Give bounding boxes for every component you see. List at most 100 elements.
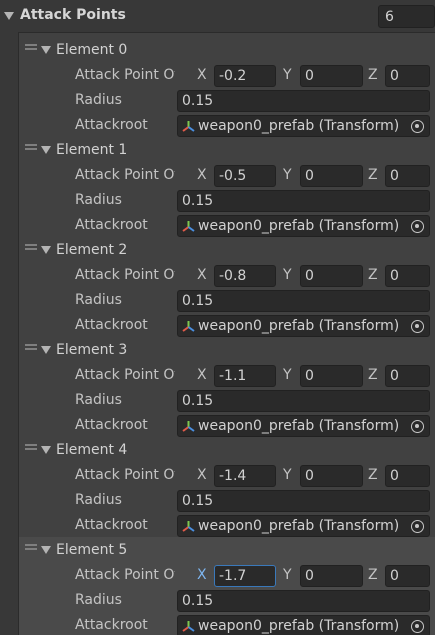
radius-field[interactable] bbox=[177, 190, 430, 212]
element-title[interactable]: Element 5 bbox=[56, 542, 127, 558]
attack-point-offset-label: Attack Point Offset bbox=[75, 267, 175, 283]
z-axis-label[interactable]: Z bbox=[368, 167, 378, 183]
drag-handle-icon[interactable] bbox=[25, 244, 37, 250]
attackroot-label: Attackroot bbox=[75, 217, 148, 233]
element-title[interactable]: Element 3 bbox=[56, 342, 127, 358]
inspector-panel: Attack Points Element 0 Attack Point Off… bbox=[0, 0, 435, 635]
offset-y-field[interactable] bbox=[300, 65, 363, 87]
offset-y-field[interactable] bbox=[300, 365, 363, 387]
drag-handle-icon[interactable] bbox=[25, 44, 37, 50]
x-axis-label[interactable]: X bbox=[197, 267, 207, 283]
z-axis-label[interactable]: Z bbox=[368, 267, 378, 283]
radius-label: Radius bbox=[75, 192, 122, 208]
offset-x-field[interactable] bbox=[214, 265, 276, 287]
transform-icon bbox=[182, 321, 195, 332]
radius-field[interactable] bbox=[177, 290, 430, 312]
offset-z-field[interactable] bbox=[385, 165, 430, 187]
offset-x-field[interactable] bbox=[214, 565, 276, 587]
radius-field[interactable] bbox=[177, 590, 430, 612]
attackroot-object-field[interactable]: weapon0_prefab (Transform) bbox=[177, 515, 430, 537]
attackroot-value: weapon0_prefab (Transform) bbox=[198, 318, 400, 334]
foldout-triangle-icon[interactable] bbox=[41, 446, 51, 454]
attackroot-label: Attackroot bbox=[75, 517, 148, 533]
object-picker-icon[interactable] bbox=[411, 120, 424, 133]
attack-points-header[interactable]: Attack Points bbox=[0, 0, 435, 32]
z-axis-label[interactable]: Z bbox=[368, 467, 378, 483]
attackroot-label: Attackroot bbox=[75, 317, 148, 333]
drag-handle-icon[interactable] bbox=[25, 144, 37, 150]
offset-x-field[interactable] bbox=[214, 365, 276, 387]
array-element-2: Element 2 Attack Point Offset X Y Z Radi… bbox=[19, 237, 435, 337]
element-title[interactable]: Element 1 bbox=[56, 142, 127, 158]
attackroot-object-field[interactable]: weapon0_prefab (Transform) bbox=[177, 315, 430, 337]
offset-z-field[interactable] bbox=[385, 265, 430, 287]
attackroot-value: weapon0_prefab (Transform) bbox=[198, 418, 400, 434]
foldout-triangle-icon[interactable] bbox=[41, 46, 51, 54]
x-axis-label[interactable]: X bbox=[197, 467, 207, 483]
drag-handle-icon[interactable] bbox=[25, 544, 37, 550]
array-element-1: Element 1 Attack Point Offset X Y Z Radi… bbox=[19, 137, 435, 237]
object-picker-icon[interactable] bbox=[411, 520, 424, 533]
radius-label: Radius bbox=[75, 392, 122, 408]
attackroot-object-field[interactable]: weapon0_prefab (Transform) bbox=[177, 215, 430, 237]
element-title[interactable]: Element 2 bbox=[56, 242, 127, 258]
y-axis-label[interactable]: Y bbox=[283, 567, 292, 583]
foldout-triangle-icon[interactable] bbox=[41, 146, 51, 154]
array-size-field[interactable] bbox=[378, 5, 435, 28]
foldout-triangle-icon[interactable] bbox=[41, 546, 51, 554]
y-axis-label[interactable]: Y bbox=[283, 67, 292, 83]
object-picker-icon[interactable] bbox=[411, 420, 424, 433]
radius-label: Radius bbox=[75, 92, 122, 108]
attackroot-object-field[interactable]: weapon0_prefab (Transform) bbox=[177, 415, 430, 437]
x-axis-label[interactable]: X bbox=[197, 367, 207, 383]
radius-field[interactable] bbox=[177, 90, 430, 112]
y-axis-label[interactable]: Y bbox=[283, 267, 292, 283]
attack-point-offset-label: Attack Point Offset bbox=[75, 67, 175, 83]
attackroot-value: weapon0_prefab (Transform) bbox=[198, 618, 400, 634]
offset-x-field[interactable] bbox=[214, 165, 276, 187]
offset-y-field[interactable] bbox=[300, 565, 363, 587]
offset-z-field[interactable] bbox=[385, 365, 430, 387]
transform-icon bbox=[182, 621, 195, 632]
offset-z-field[interactable] bbox=[385, 465, 430, 487]
offset-z-field[interactable] bbox=[385, 65, 430, 87]
radius-field[interactable] bbox=[177, 490, 430, 512]
object-picker-icon[interactable] bbox=[411, 320, 424, 333]
array-element-0: Element 0 Attack Point Offset X Y Z Radi… bbox=[19, 37, 435, 137]
attackroot-value: weapon0_prefab (Transform) bbox=[198, 118, 400, 134]
z-axis-label[interactable]: Z bbox=[368, 367, 378, 383]
element-title[interactable]: Element 0 bbox=[56, 42, 127, 58]
attack-point-offset-label: Attack Point Offset bbox=[75, 467, 175, 483]
attackroot-object-field[interactable]: weapon0_prefab (Transform) bbox=[177, 615, 430, 635]
offset-x-field[interactable] bbox=[214, 65, 276, 87]
offset-y-field[interactable] bbox=[300, 465, 363, 487]
foldout-triangle-icon[interactable] bbox=[41, 246, 51, 254]
x-axis-label[interactable]: X bbox=[197, 67, 207, 83]
radius-field[interactable] bbox=[177, 390, 430, 412]
z-axis-label[interactable]: Z bbox=[368, 567, 378, 583]
object-picker-icon[interactable] bbox=[411, 220, 424, 233]
offset-z-field[interactable] bbox=[385, 565, 430, 587]
x-axis-label[interactable]: X bbox=[197, 567, 207, 583]
y-axis-label[interactable]: Y bbox=[283, 367, 292, 383]
drag-handle-icon[interactable] bbox=[25, 344, 37, 350]
offset-y-field[interactable] bbox=[300, 265, 363, 287]
array-element-4: Element 4 Attack Point Offset X Y Z Radi… bbox=[19, 437, 435, 537]
attackroot-label: Attackroot bbox=[75, 117, 148, 133]
attack-point-offset-label: Attack Point Offset bbox=[75, 167, 175, 183]
object-picker-icon[interactable] bbox=[411, 620, 424, 633]
foldout-triangle-icon[interactable] bbox=[41, 346, 51, 354]
element-title[interactable]: Element 4 bbox=[56, 442, 127, 458]
transform-icon bbox=[182, 421, 195, 432]
z-axis-label[interactable]: Z bbox=[368, 67, 378, 83]
y-axis-label[interactable]: Y bbox=[283, 167, 292, 183]
foldout-triangle-icon[interactable] bbox=[4, 12, 14, 20]
transform-icon bbox=[182, 521, 195, 532]
attackroot-object-field[interactable]: weapon0_prefab (Transform) bbox=[177, 115, 430, 137]
offset-y-field[interactable] bbox=[300, 165, 363, 187]
drag-handle-icon[interactable] bbox=[25, 444, 37, 450]
offset-x-field[interactable] bbox=[214, 465, 276, 487]
attack-point-offset-label: Attack Point Offset bbox=[75, 567, 175, 583]
y-axis-label[interactable]: Y bbox=[283, 467, 292, 483]
x-axis-label[interactable]: X bbox=[197, 167, 207, 183]
